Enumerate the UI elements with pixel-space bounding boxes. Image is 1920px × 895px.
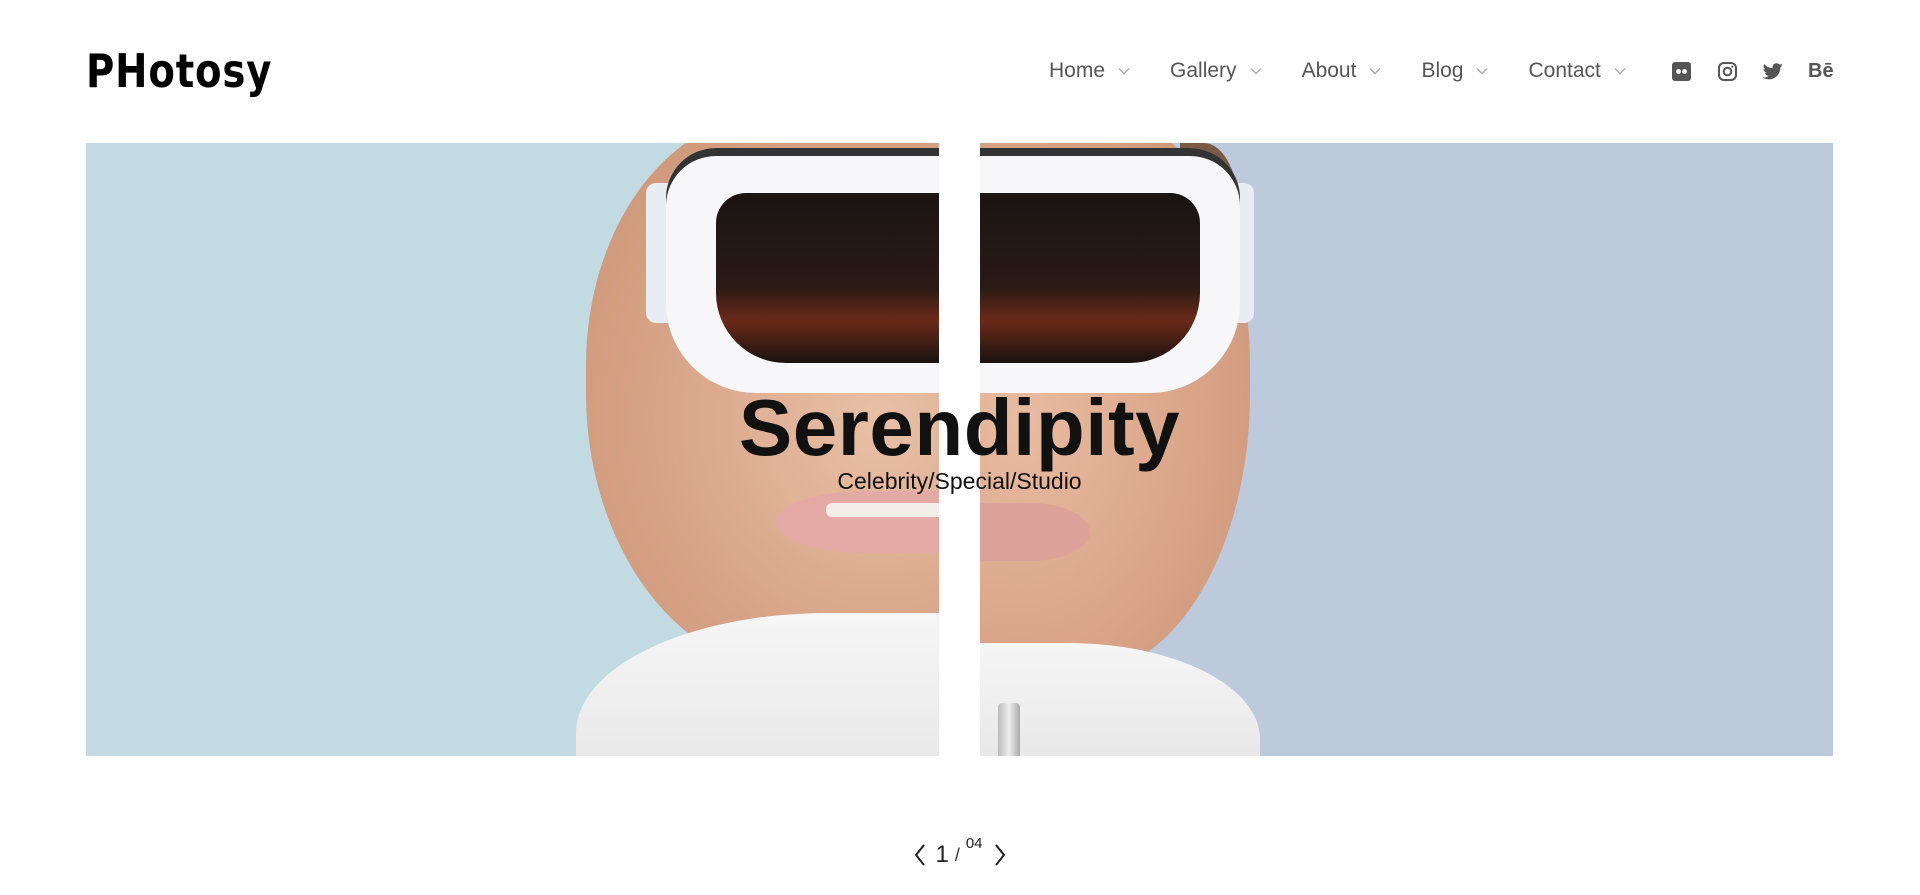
- chevron-down-icon: [1475, 64, 1489, 78]
- prev-slide-button[interactable]: [911, 841, 929, 869]
- instagram-icon[interactable]: [1716, 60, 1738, 82]
- nav-item-blog[interactable]: Blog: [1421, 57, 1489, 85]
- hero-subtitle: Celebrity/Special/Studio: [837, 468, 1082, 494]
- social-links: Bē: [1670, 57, 1834, 85]
- nav-label: About: [1301, 59, 1357, 82]
- teeth-left-shape: [826, 503, 939, 517]
- nav-label: Gallery: [1170, 59, 1237, 82]
- nav-item-contact[interactable]: Contact: [1528, 57, 1626, 85]
- chevron-down-icon: [1368, 64, 1382, 78]
- hero-caption: Serendipity Celebrity/Special/Studio: [86, 385, 1833, 495]
- chevron-down-icon: [1117, 64, 1131, 78]
- goggle-lens-left: [716, 193, 939, 363]
- slide-separator: /: [954, 845, 960, 865]
- site-header: PHotosy Home Gallery About Blog Contact: [0, 0, 1920, 143]
- nav-label: Blog: [1421, 59, 1464, 82]
- site-logo[interactable]: PHotosy: [86, 46, 271, 96]
- flickr-icon[interactable]: [1670, 60, 1692, 82]
- chevron-down-icon: [1613, 64, 1627, 78]
- nav-label: Home: [1049, 59, 1106, 82]
- twitter-icon[interactable]: [1762, 60, 1784, 82]
- hero-title[interactable]: Serendipity: [86, 385, 1833, 471]
- slider-pagination: 1 / 04: [0, 835, 1920, 872]
- behance-icon[interactable]: Bē: [1808, 60, 1834, 82]
- nav-item-about[interactable]: About: [1302, 57, 1383, 85]
- goggle-lens-right: [980, 193, 1200, 363]
- nav-item-home[interactable]: Home: [1049, 57, 1131, 85]
- hero-slider: Serendipity Celebrity/Special/Studio: [86, 143, 1833, 756]
- chevron-right-icon: [994, 844, 1005, 866]
- next-slide-button[interactable]: [991, 841, 1009, 869]
- zipper-shape: [998, 703, 1020, 756]
- collar-right-shape: [980, 643, 1260, 756]
- chevron-left-icon: [915, 844, 926, 866]
- total-slides: 04: [965, 835, 983, 852]
- collar-left-shape: [576, 613, 939, 756]
- current-slide-number: 1: [935, 841, 949, 868]
- chevron-down-icon: [1249, 64, 1263, 78]
- nav-label: Contact: [1528, 59, 1601, 82]
- nav-item-gallery[interactable]: Gallery: [1170, 57, 1263, 85]
- main-nav: Home Gallery About Blog Contact: [1049, 57, 1666, 85]
